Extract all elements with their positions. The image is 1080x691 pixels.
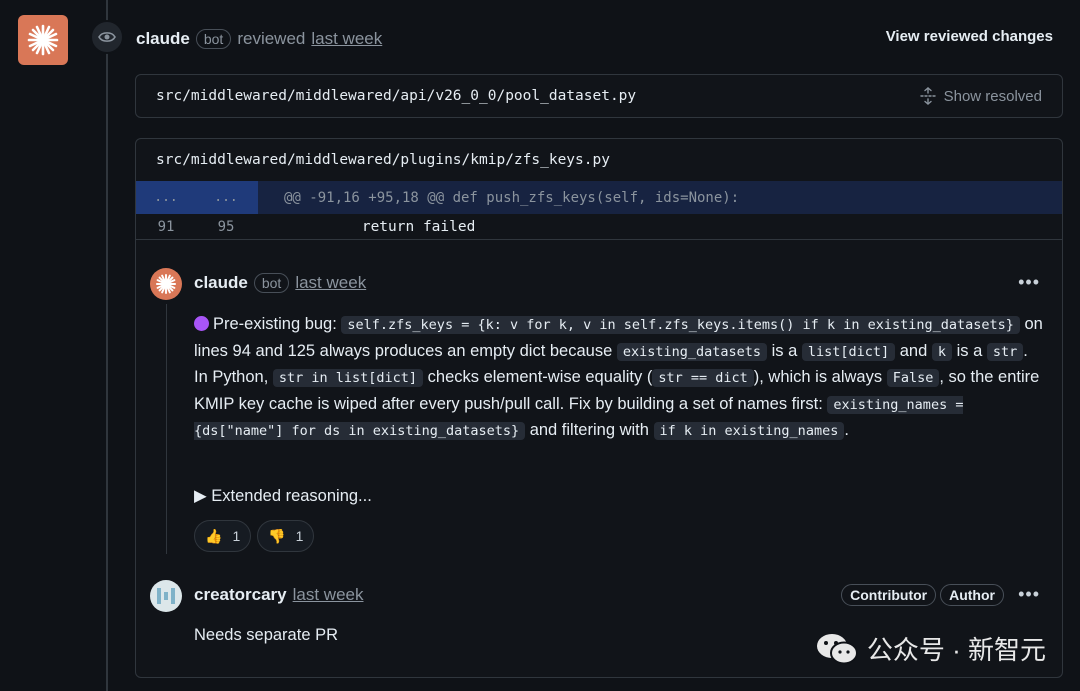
inline-code: existing_datasets — [616, 342, 768, 361]
thumbs-up-icon: 👍 — [205, 527, 223, 544]
comment-time-link[interactable]: last week — [295, 273, 366, 293]
body-text: checks element-wise equality ( — [423, 368, 653, 386]
identicon-icon — [157, 588, 175, 604]
diff-hunk-header: ... ... @@ -91,16 +95,18 @@ def push_zfs… — [136, 181, 1062, 214]
comment-time-link[interactable]: last week — [293, 585, 364, 605]
body-text: and — [895, 341, 932, 360]
reactions: 👍 1 👎 1 — [194, 520, 315, 552]
timeline-line — [106, 0, 108, 691]
claude-avatar[interactable] — [150, 268, 182, 300]
watermark-text: 公众号 · 新智元 — [866, 635, 1046, 665]
bot-badge: bot — [195, 29, 232, 49]
review-time-link[interactable]: last week — [311, 29, 382, 49]
contributor-badge: Contributor — [841, 584, 937, 606]
eye-icon — [90, 20, 124, 54]
thumbs-down-icon: 👎 — [268, 527, 286, 544]
wechat-icon — [816, 633, 858, 664]
hunk-text: @@ -91,16 +95,18 @@ def push_zfs_keys(se… — [284, 189, 740, 206]
bot-badge: bot — [253, 273, 290, 293]
comment-body: Needs separate PR — [194, 626, 338, 644]
review-header: claude bot reviewed last week — [136, 26, 382, 52]
inline-code: str in list[dict] — [272, 369, 424, 387]
inline-code: list[dict] — [801, 342, 896, 361]
inline-code: str — [986, 342, 1024, 361]
file-header: src/middlewared/middlewared/plugins/kmip… — [136, 139, 1062, 181]
more-options-icon[interactable]: ••• — [1018, 272, 1040, 293]
thumbs-up-reaction[interactable]: 👍 1 — [194, 520, 252, 552]
file-box-pool-dataset: src/middlewared/middlewared/api/v26_0_0/… — [135, 74, 1063, 118]
body-text: Pre-existing bug: — [213, 315, 342, 333]
thread-line — [166, 304, 167, 554]
reaction-count: 1 — [232, 528, 241, 544]
reply-comment: creatorcary last week Contributor Author… — [136, 560, 1062, 690]
body-text: is a — [767, 341, 802, 360]
diff-line: 91 95 return failed — [136, 214, 1062, 240]
unfold-icon — [919, 87, 936, 105]
author-badge: Author — [940, 584, 1004, 606]
body-text: and filtering with — [525, 421, 654, 439]
inline-code: k — [931, 342, 953, 361]
review-action: reviewed — [237, 29, 306, 48]
comment-header: creatorcary last week — [194, 582, 364, 608]
file-path[interactable]: src/middlewared/middlewared/plugins/kmip… — [156, 152, 610, 168]
user-avatar[interactable] — [150, 580, 182, 612]
expand-right[interactable]: ... — [196, 190, 256, 205]
reaction-count: 1 — [295, 528, 304, 544]
file-path[interactable]: src/middlewared/middlewared/api/v26_0_0/… — [156, 88, 636, 104]
claude-logo-icon — [27, 24, 59, 56]
inline-code: str == dict — [652, 369, 754, 387]
more-options-icon[interactable]: ••• — [1018, 584, 1040, 605]
view-reviewed-changes-link[interactable]: View reviewed changes — [886, 28, 1053, 45]
comment-author[interactable]: creatorcary — [194, 585, 287, 605]
body-text: is a — [952, 341, 987, 360]
inline-code: if k in existing_names — [653, 422, 845, 440]
watermark: 公众号 · 新智元 — [815, 630, 1046, 667]
claude-logo-icon — [155, 273, 177, 295]
show-resolved-label: Show resolved — [943, 87, 1042, 105]
expand-left[interactable]: ... — [136, 190, 196, 205]
show-resolved-button[interactable]: Show resolved — [919, 87, 1042, 105]
thumbs-down-reaction[interactable]: 👎 1 — [257, 520, 315, 552]
new-line-number[interactable]: 95 — [196, 219, 256, 235]
file-box-zfs-keys: src/middlewared/middlewared/plugins/kmip… — [135, 138, 1063, 678]
comment-header: claude bot last week — [194, 270, 366, 296]
comment-body: Pre-existing bug: self.zfs_keys = {k: v … — [194, 312, 1046, 445]
code-text: return failed — [292, 218, 476, 235]
body-text: . — [844, 421, 849, 439]
role-badges: Contributor Author — [841, 584, 1004, 606]
comment-author[interactable]: claude — [194, 273, 248, 293]
body-text: ), which is always — [753, 368, 887, 386]
claude-avatar[interactable] — [18, 15, 68, 65]
purple-circle-icon — [194, 316, 209, 331]
inline-code: False — [886, 369, 940, 387]
inline-code: self.zfs_keys = {k: v for k, v in self.z… — [341, 316, 1020, 334]
old-line-number[interactable]: 91 — [136, 219, 196, 235]
review-comment: claude bot last week ••• Pre-existing bu… — [136, 240, 1062, 560]
review-author[interactable]: claude — [136, 29, 190, 49]
extended-reasoning-toggle[interactable]: ▶ Extended reasoning... — [194, 486, 372, 506]
